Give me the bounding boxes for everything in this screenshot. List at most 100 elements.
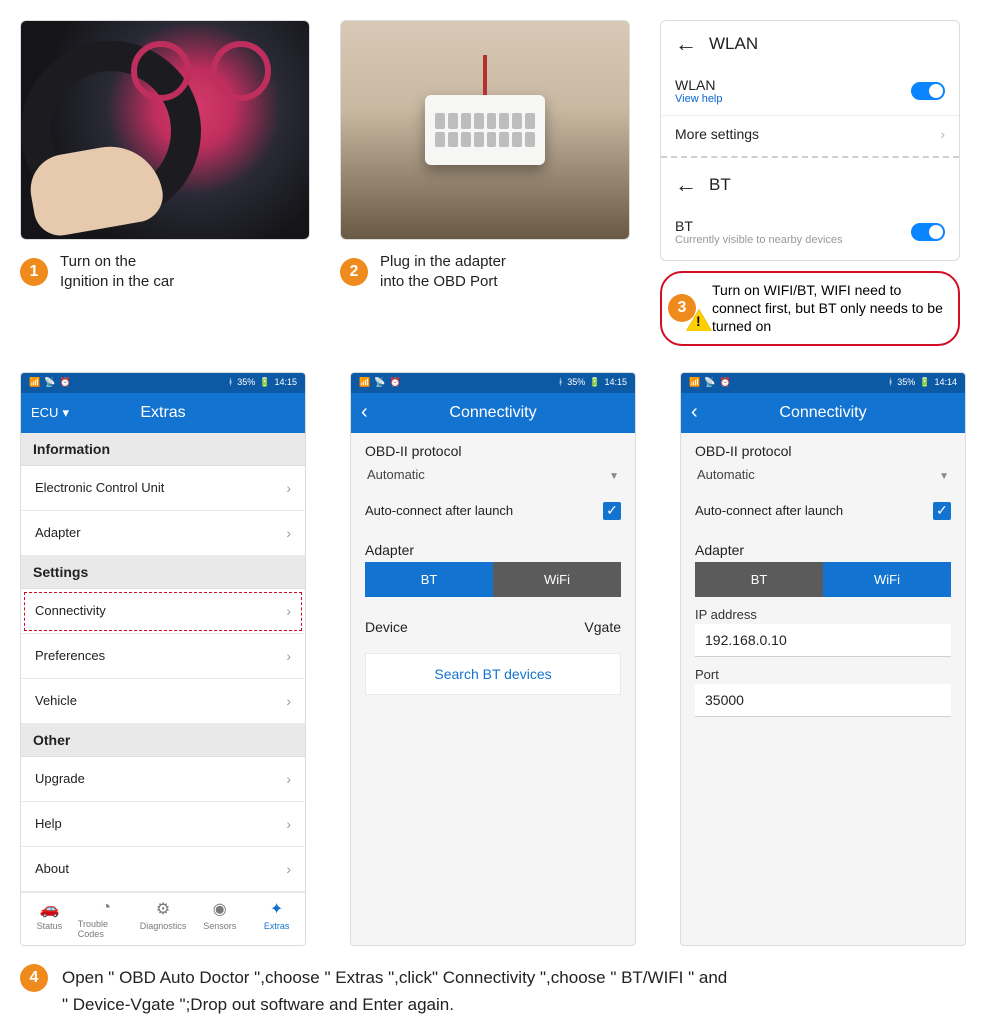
ip-label: IP address	[681, 607, 965, 622]
chevron-right-icon: ›	[286, 648, 291, 664]
protocol-select[interactable]: Automatic▼	[365, 463, 621, 490]
gauge-shape	[211, 41, 271, 101]
extras-icon: ✦	[270, 899, 283, 919]
phone-extras: 📶📡⏰ ᚼ35%🔋14:15 ECU▾ Extras Information E…	[20, 372, 306, 946]
wlan-header[interactable]: ← WLAN	[661, 21, 959, 67]
step3-column: ← WLAN WLAN View help More settings › ← …	[660, 20, 960, 346]
back-icon[interactable]: ‹	[691, 401, 698, 424]
adapter-label: Adapter	[695, 542, 951, 558]
photo-ignition	[20, 20, 310, 240]
seg-bt[interactable]: BT	[695, 562, 823, 597]
engine-icon: 🚗	[39, 899, 59, 919]
step-badge-1: 1	[20, 258, 48, 286]
wlan-title: WLAN	[709, 34, 758, 54]
protocol-label: OBD-II protocol	[695, 443, 951, 459]
item-adapter[interactable]: Adapter›	[21, 511, 305, 556]
connectivity-title: Connectivity	[449, 404, 536, 422]
step1-caption: 1 Turn on the Ignition in the car	[20, 252, 310, 293]
dropdown-icon: ▾	[62, 405, 69, 421]
wlan-toggle-row[interactable]: WLAN View help	[661, 67, 959, 115]
item-ecu[interactable]: Electronic Control Unit›	[21, 466, 305, 511]
step2-text: Plug in the adapter into the OBD Port	[380, 252, 506, 293]
status-bar: 📶📡⏰ ᚼ35%🔋14:14	[681, 373, 965, 393]
seg-wifi[interactable]: WiFi	[823, 562, 951, 597]
section-other: Other	[21, 724, 305, 757]
step1-text: Turn on the Ignition in the car	[60, 252, 174, 293]
autoconnect-row[interactable]: Auto-connect after launch ✓	[681, 490, 965, 532]
port-input[interactable]: 35000	[695, 684, 951, 717]
bt-title: BT	[709, 175, 731, 195]
step3-callout: 3 Turn on WIFI/BT, WIFI need to connect …	[660, 271, 960, 346]
wifi-icon: 📡	[374, 377, 385, 388]
search-bt-button[interactable]: Search BT devices	[365, 653, 621, 695]
step2-column: 2 Plug in the adapter into the OBD Port	[340, 20, 630, 293]
item-connectivity[interactable]: Connectivity›	[21, 589, 305, 634]
step-badge-2: 2	[340, 258, 368, 286]
tab-diagnostics[interactable]: ⚙Diagnostics	[135, 893, 192, 945]
item-help[interactable]: Help›	[21, 802, 305, 847]
step1-column: 1 Turn on the Ignition in the car	[20, 20, 310, 293]
bt-sub: Currently visible to nearby devices	[675, 234, 843, 246]
back-arrow-icon[interactable]: ←	[675, 31, 697, 57]
chevron-right-icon: ›	[286, 480, 291, 496]
tab-extras[interactable]: ✦Extras	[248, 893, 305, 945]
wlan-bt-settings-card: ← WLAN WLAN View help More settings › ← …	[660, 20, 960, 261]
chevron-right-icon: ›	[286, 861, 291, 877]
wifi-icon: 📡	[704, 377, 715, 388]
bt-icon: ᚼ	[888, 377, 893, 388]
back-ecu[interactable]: ECU▾	[31, 405, 69, 421]
adapter-segmented: BT WiFi	[695, 562, 951, 597]
back-icon[interactable]: ‹	[361, 401, 368, 424]
chevron-right-icon: ›	[940, 126, 945, 142]
tab-trouble[interactable]: ◔Trouble Codes	[78, 893, 135, 945]
autoconnect-row[interactable]: Auto-connect after launch ✓	[351, 490, 635, 532]
bt-header[interactable]: ← BT	[661, 162, 959, 208]
dropdown-icon: ▼	[609, 471, 619, 482]
section-information: Information	[21, 433, 305, 466]
back-arrow-icon[interactable]: ←	[675, 172, 697, 198]
alarm-icon: ⏰	[389, 377, 400, 388]
status-bar: 📶📡⏰ ᚼ35%🔋14:15	[351, 373, 635, 393]
gauge-icon: ◔	[101, 899, 111, 917]
bt-toggle-row[interactable]: BT Currently visible to nearby devices	[661, 208, 959, 260]
seg-bt[interactable]: BT	[365, 562, 493, 597]
connectivity-titlebar: ‹ Connectivity	[681, 393, 965, 433]
signal-icon: 📶	[29, 377, 40, 388]
ip-input[interactable]: 192.168.0.10	[695, 624, 951, 657]
seg-wifi[interactable]: WiFi	[493, 562, 621, 597]
gauge-shape	[131, 41, 191, 101]
autoconnect-checkbox[interactable]: ✓	[603, 502, 621, 520]
device-label: Device	[365, 619, 408, 635]
protocol-select[interactable]: Automatic▼	[695, 463, 951, 490]
item-preferences[interactable]: Preferences›	[21, 634, 305, 679]
item-about[interactable]: About›	[21, 847, 305, 892]
tab-sensors[interactable]: ◉Sensors	[191, 893, 248, 945]
step-badge-3: 3	[668, 294, 696, 322]
bt-toggle[interactable]	[911, 223, 945, 241]
photo-obd-port	[340, 20, 630, 240]
dashed-separator	[661, 156, 959, 158]
bt-icon: ᚼ	[558, 377, 563, 388]
extras-titlebar: ECU▾ Extras	[21, 393, 305, 433]
step3-text: Turn on WIFI/BT, WIFI need to connect fi…	[712, 281, 944, 336]
phone-connectivity-bt: 📶📡⏰ ᚼ35%🔋14:15 ‹ Connectivity OBD-II pro…	[350, 372, 636, 946]
device-row[interactable]: Device Vgate	[351, 607, 635, 653]
signal-icon: 📶	[689, 377, 700, 388]
chevron-right-icon: ›	[286, 525, 291, 541]
step-badge-4: 4	[20, 964, 48, 992]
adapter-segmented: BT WiFi	[365, 562, 621, 597]
alarm-icon: ⏰	[59, 377, 70, 388]
more-settings-row[interactable]: More settings ›	[661, 115, 959, 152]
item-upgrade[interactable]: Upgrade›	[21, 757, 305, 802]
wifi-icon: 📡	[44, 377, 55, 388]
port-label: Port	[681, 667, 965, 682]
alarm-icon: ⏰	[719, 377, 730, 388]
wlan-toggle[interactable]	[911, 82, 945, 100]
autoconnect-checkbox[interactable]: ✓	[933, 502, 951, 520]
chevron-right-icon: ›	[286, 771, 291, 787]
tab-status[interactable]: 🚗Status	[21, 893, 78, 945]
view-help-link[interactable]: View help	[675, 93, 723, 105]
item-vehicle[interactable]: Vehicle›	[21, 679, 305, 724]
signal-icon: 📶	[359, 377, 370, 388]
more-settings-label: More settings	[675, 126, 759, 142]
